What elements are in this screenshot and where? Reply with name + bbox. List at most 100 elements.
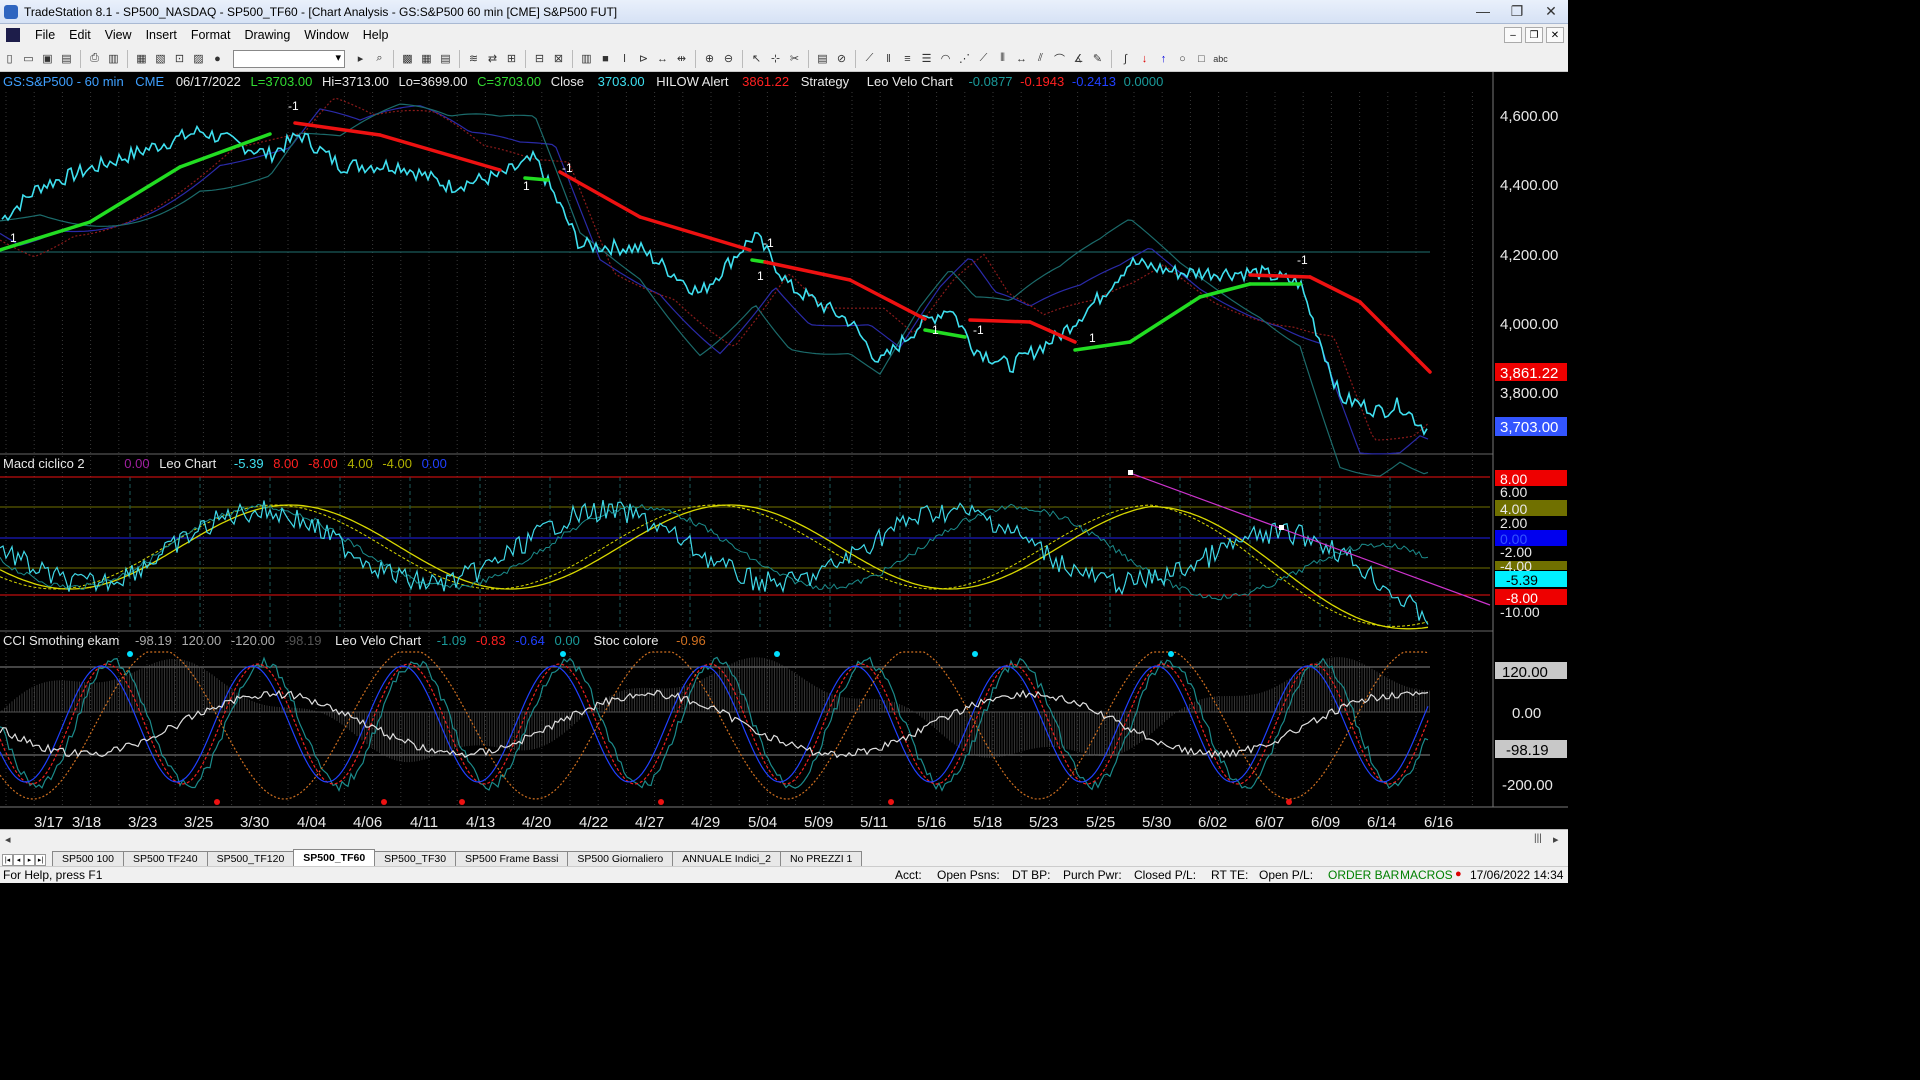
showme-icon[interactable]: ⊞ — [504, 51, 520, 67]
mdi-close-button[interactable]: ✕ — [1546, 27, 1564, 43]
tab-annuale-indici[interactable]: ANNUALE Indici_2 — [672, 851, 781, 866]
close-button[interactable]: ✕ — [1534, 0, 1568, 22]
price-axis[interactable]: 4,600.00 4,400.00 4,200.00 4,000.00 3,80… — [1495, 108, 1567, 436]
date-axis[interactable]: 3/17 3/18 3/23 3/25 3/30 4/04 4/06 4/11 … — [34, 814, 1453, 831]
chart-canvas[interactable]: GS:S&P500 - 60 min CME 06/17/2022 L=3703… — [0, 72, 1568, 831]
tab-sp500-tf60[interactable]: SP500_TF60 — [293, 849, 376, 866]
tab-last-icon[interactable]: ▸| — [35, 854, 46, 866]
interval-icon[interactable]: ⊳ — [636, 51, 652, 67]
bars-back-icon[interactable]: ↔ — [655, 51, 671, 67]
tools-icon[interactable]: ✂ — [787, 51, 803, 67]
status-macros[interactable]: MACROS — [1400, 868, 1453, 882]
velo-v3: -0.2413 — [1072, 74, 1116, 89]
chart-icon[interactable]: ▩ — [400, 51, 416, 67]
candle-icon[interactable]: ■ — [598, 51, 614, 67]
channel-icon[interactable]: ☰ — [919, 51, 935, 67]
horizontal-scrollbar[interactable]: ◂ ||| ▸ — [0, 829, 1568, 849]
fib-icon[interactable]: ⋰ — [957, 51, 973, 67]
data-window-icon[interactable]: ▤ — [815, 51, 831, 67]
matrix-icon[interactable]: ▤ — [438, 51, 454, 67]
tab-sp500-100[interactable]: SP500 100 — [52, 851, 124, 866]
tab-next-icon[interactable]: ▸ — [24, 854, 35, 866]
pointer-icon[interactable]: ↖ — [749, 51, 765, 67]
strategy-icon[interactable]: ⇄ — [485, 51, 501, 67]
save-all-icon[interactable]: ▤ — [59, 51, 75, 67]
status-order-bar[interactable]: ORDER BAR — [1328, 868, 1399, 882]
tab-sp500-giornaliero[interactable]: SP500 Giornaliero — [567, 851, 674, 866]
menu-file[interactable]: File — [28, 28, 62, 42]
arrow-up-icon[interactable]: ↑ — [1156, 51, 1172, 67]
zoom-out-icon[interactable]: ⊖ — [721, 51, 737, 67]
pen-icon[interactable]: ✎ — [1090, 51, 1106, 67]
arc-icon[interactable]: ◠ — [938, 51, 954, 67]
chart-analysis-window[interactable]: GS:S&P500 - 60 min CME 06/17/2022 L=3703… — [0, 72, 1568, 831]
ellipse-icon[interactable]: ○ — [1175, 51, 1191, 67]
bar-icon[interactable]: ▥ — [579, 51, 595, 67]
ohlc-icon[interactable]: ǀ — [617, 51, 633, 67]
indicator-icon[interactable]: ≋ — [466, 51, 482, 67]
tab-sp500-tf30[interactable]: SP500_TF30 — [374, 851, 457, 866]
horizontal-lines-icon[interactable]: ≡ — [900, 51, 916, 67]
maximize-button[interactable]: ❐ — [1500, 0, 1534, 22]
text-icon[interactable]: abc — [1213, 51, 1229, 67]
vertical-lines-icon[interactable]: ‖ — [881, 51, 897, 67]
tab-no-prezzi[interactable]: No PREZZI 1 — [779, 851, 863, 866]
desktop-icon[interactable]: ▧ — [153, 51, 169, 67]
minimize-button[interactable]: — — [1466, 0, 1500, 22]
colors-icon[interactable]: ● — [210, 51, 226, 67]
parallel-icon[interactable]: ⫽ — [1033, 51, 1049, 67]
tab-sp500-frame-bassi[interactable]: SP500 Frame Bassi — [455, 851, 569, 866]
close-value: 3703.00 — [598, 74, 645, 89]
menu-insert[interactable]: Insert — [139, 28, 184, 42]
tab-prev-icon[interactable]: ◂ — [13, 854, 24, 866]
new-icon[interactable]: ▯ — [2, 51, 18, 67]
menu-edit[interactable]: Edit — [62, 28, 98, 42]
tab-sp500-tf120[interactable]: SP500_TF120 — [206, 851, 295, 866]
scroll-left-icon[interactable]: ◂ — [5, 833, 11, 846]
chart-window-icon[interactable] — [6, 28, 20, 42]
print-icon[interactable]: ⎙ — [87, 51, 103, 67]
menu-drawing[interactable]: Drawing — [237, 28, 297, 42]
menu-format[interactable]: Format — [184, 28, 238, 42]
mdi-minimize-button[interactable]: – — [1504, 27, 1522, 43]
workspace-icon[interactable]: ▨ — [191, 51, 207, 67]
arrow-both-icon[interactable]: ↔ — [1014, 51, 1030, 67]
velo-v4: 0.0000 — [1124, 74, 1164, 89]
format-icon[interactable]: ⊟ — [532, 51, 548, 67]
radar-icon[interactable]: ▦ — [419, 51, 435, 67]
andrews-icon[interactable]: ⌒ — [1052, 51, 1068, 67]
delete-icon[interactable]: ⊘ — [834, 51, 850, 67]
cycle-lines-icon[interactable]: ⦀ — [995, 51, 1011, 67]
speed-lines-icon[interactable]: ⟋ — [976, 51, 992, 67]
window-icon[interactable]: ▦ — [134, 51, 150, 67]
save-icon[interactable]: ▣ — [40, 51, 56, 67]
space-icon[interactable]: ⇹ — [674, 51, 690, 67]
symbol-combo[interactable] — [233, 49, 345, 68]
rectangle-icon[interactable]: □ — [1194, 51, 1210, 67]
format-window-icon[interactable]: ⊠ — [551, 51, 567, 67]
open-icon[interactable]: ▭ — [21, 51, 37, 67]
trendline-icon[interactable]: ⟋ — [862, 51, 878, 67]
freehand-icon[interactable]: ∫ — [1118, 51, 1134, 67]
scroll-right-icon[interactable]: ▸ — [1553, 833, 1559, 846]
gann-icon[interactable]: ∡ — [1071, 51, 1087, 67]
tab-sp500-tf240[interactable]: SP500 TF240 — [122, 851, 208, 866]
menu-help[interactable]: Help — [356, 28, 396, 42]
menu-view[interactable]: View — [98, 28, 139, 42]
cci-stoc: Stoc colore — [593, 633, 658, 648]
crosshair-icon[interactable]: ⊹ — [768, 51, 784, 67]
menu-window[interactable]: Window — [297, 28, 355, 42]
mdi-restore-button[interactable]: ❐ — [1525, 27, 1543, 43]
strategy-label: Strategy — [801, 74, 850, 89]
cci-axis[interactable]: 120.00 0.00 -98.19 -200.00 — [1495, 662, 1567, 794]
zoom-in-icon[interactable]: ⊕ — [702, 51, 718, 67]
macd-axis[interactable]: 8.00 6.00 4.00 2.00 0.00 -2.00 -4.00 -5.… — [1495, 470, 1567, 620]
date-label: 6/09 — [1311, 814, 1340, 829]
lock-icon[interactable]: ⊡ — [172, 51, 188, 67]
play-icon[interactable]: ▸ — [353, 51, 369, 67]
symbol-lookup-icon[interactable]: ⌕ — [372, 51, 388, 67]
scroll-thumb-icon[interactable]: ||| — [1534, 833, 1542, 844]
arrow-down-icon[interactable]: ↓ — [1137, 51, 1153, 67]
print-preview-icon[interactable]: ▥ — [106, 51, 122, 67]
tab-first-icon[interactable]: |◂ — [2, 854, 13, 866]
